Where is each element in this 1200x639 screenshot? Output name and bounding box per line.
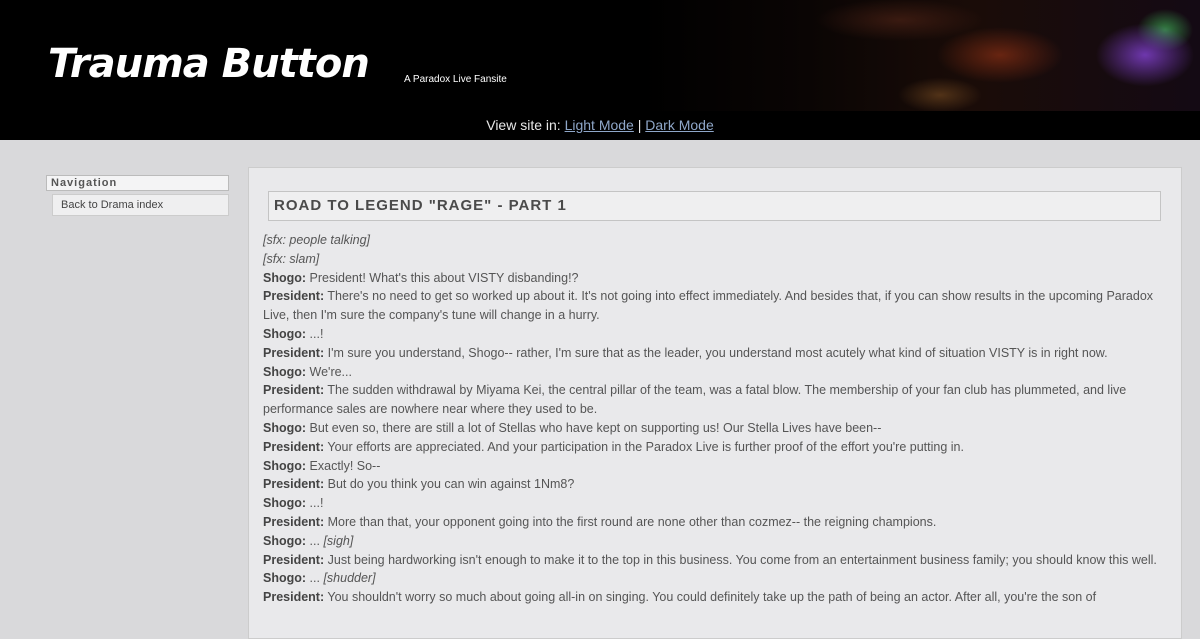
back-to-drama-index-link[interactable]: Back to Drama index bbox=[52, 194, 229, 216]
speaker-name: President: bbox=[263, 552, 325, 567]
script-line: President: But do you think you can win … bbox=[263, 475, 1163, 494]
speaker-name: Shogo: bbox=[263, 364, 307, 379]
stage-direction: [sigh] bbox=[323, 533, 354, 548]
dialogue-text: You shouldn't worry so much about going … bbox=[327, 590, 1097, 605]
main-content: ROAD TO LEGEND "RAGE" - PART 1 [sfx: peo… bbox=[248, 167, 1182, 639]
dialogue-text: I'm sure you understand, Shogo-- rather,… bbox=[327, 345, 1108, 360]
speaker-name: President: bbox=[263, 345, 325, 360]
script-line: Shogo: Exactly! So-- bbox=[263, 457, 1163, 476]
script-line: Shogo: President! What's this about VIST… bbox=[263, 269, 1163, 288]
drama-script: [sfx: people talking] [sfx: slam] Shogo: P… bbox=[263, 231, 1163, 607]
header-banner-image bbox=[640, 0, 1200, 111]
script-line: Shogo: ...! bbox=[263, 325, 1163, 344]
speaker-name: Shogo: bbox=[263, 420, 307, 435]
dialogue-text: But do you think you can win against 1Nm… bbox=[327, 477, 575, 492]
dialogue-text: We're... bbox=[309, 364, 352, 379]
stage-direction: [shudder] bbox=[323, 571, 376, 586]
speaker-name: President: bbox=[263, 439, 325, 454]
speaker-name: Shogo: bbox=[263, 326, 307, 341]
sidebar: Navigation Back to Drama index bbox=[46, 175, 229, 216]
dialogue-text: ...! bbox=[309, 326, 324, 341]
script-line: President: I'm sure you understand, Shog… bbox=[263, 344, 1163, 363]
dialogue-text: Just being hardworking isn't enough to m… bbox=[327, 552, 1157, 567]
site-header: Trauma Button A Paradox Live Fansite bbox=[0, 0, 1200, 111]
view-mode-separator: | bbox=[637, 117, 642, 133]
script-line: President: Just being hardworking isn't … bbox=[263, 551, 1163, 570]
dialogue-text: Exactly! So-- bbox=[309, 458, 381, 473]
script-line: Shogo: ...! bbox=[263, 494, 1163, 513]
dialogue-text: ... bbox=[309, 571, 320, 586]
speaker-name: Shogo: bbox=[263, 270, 307, 285]
script-line: Shogo: ... [shudder] bbox=[263, 569, 1163, 588]
speaker-name: Shogo: bbox=[263, 458, 307, 473]
navigation-heading: Navigation bbox=[46, 175, 229, 191]
chapter-title: ROAD TO LEGEND "RAGE" - PART 1 bbox=[268, 191, 1161, 221]
site-tagline: A Paradox Live Fansite bbox=[404, 74, 507, 85]
script-line: Shogo: ... [sigh] bbox=[263, 532, 1163, 551]
dialogue-text: More than that, your opponent going into… bbox=[327, 514, 937, 529]
script-line: President: The sudden withdrawal by Miya… bbox=[263, 381, 1163, 419]
stage-direction: [sfx: people talking] bbox=[263, 233, 371, 247]
dialogue-text: Your efforts are appreciated. And your p… bbox=[327, 439, 964, 454]
dialogue-text: The sudden withdrawal by Miyama Kei, the… bbox=[263, 383, 1127, 417]
script-line: President: There's no need to get so wor… bbox=[263, 287, 1163, 325]
view-mode-bar: View site in: Light Mode | Dark Mode bbox=[0, 111, 1200, 140]
speaker-name: President: bbox=[263, 383, 325, 398]
speaker-name: Shogo: bbox=[263, 571, 307, 586]
dialogue-text: But even so, there are still a lot of St… bbox=[309, 420, 882, 435]
dialogue-text: ... bbox=[309, 533, 320, 548]
dialogue-text: President! What's this about VISTY disba… bbox=[309, 270, 579, 285]
script-line: President: You shouldn't worry so much a… bbox=[263, 588, 1163, 607]
script-line: [sfx: slam] bbox=[263, 250, 1163, 269]
stage-direction: [sfx: slam] bbox=[263, 251, 320, 266]
dialogue-text: ...! bbox=[309, 496, 324, 511]
script-line: Shogo: But even so, there are still a lo… bbox=[263, 419, 1163, 438]
speaker-name: President: bbox=[263, 477, 325, 492]
speaker-name: President: bbox=[263, 514, 325, 529]
script-line: President: Your efforts are appreciated.… bbox=[263, 438, 1163, 457]
speaker-name: President: bbox=[263, 590, 325, 605]
speaker-name: Shogo: bbox=[263, 533, 307, 548]
dialogue-text: There's no need to get so worked up abou… bbox=[263, 289, 1154, 323]
site-title[interactable]: Trauma Button bbox=[48, 44, 370, 84]
dark-mode-link[interactable]: Dark Mode bbox=[645, 117, 713, 133]
script-line: Shogo: We're... bbox=[263, 363, 1163, 382]
script-line: [sfx: people talking] bbox=[263, 231, 1163, 250]
view-mode-label: View site in: bbox=[486, 117, 561, 133]
script-line: President: More than that, your opponent… bbox=[263, 513, 1163, 532]
speaker-name: President: bbox=[263, 289, 325, 304]
speaker-name: Shogo: bbox=[263, 496, 307, 511]
light-mode-link[interactable]: Light Mode bbox=[565, 117, 634, 133]
